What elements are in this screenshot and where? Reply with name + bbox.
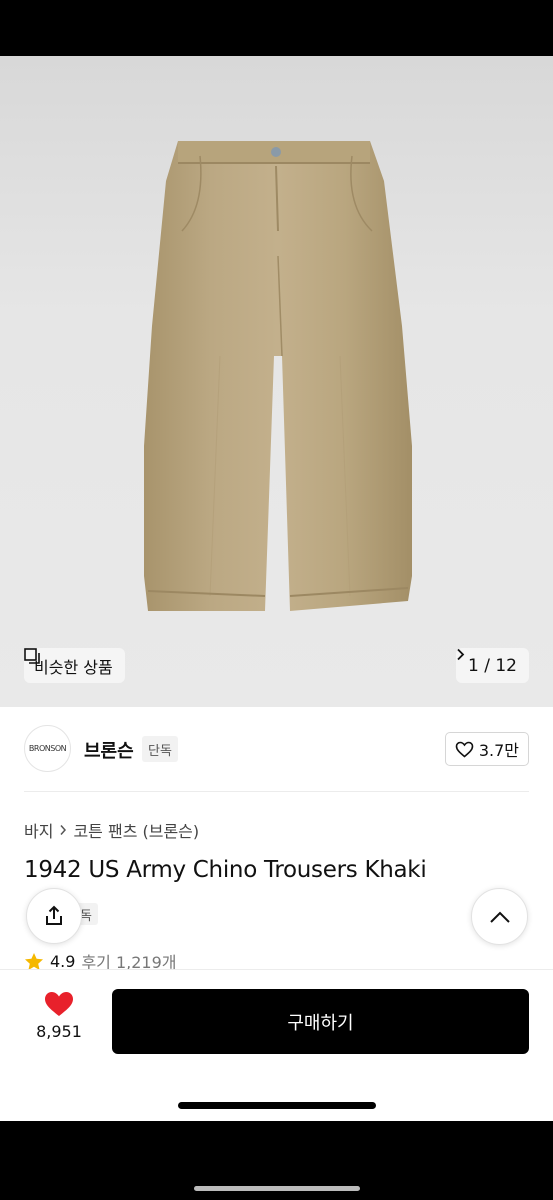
product-title: 1942 US Army Chino Trousers Khaki <box>24 857 427 883</box>
gesture-pill[interactable] <box>194 1186 360 1191</box>
product-image <box>144 141 412 611</box>
wishlist-button[interactable]: 8,951 <box>30 990 88 1041</box>
product-image-carousel[interactable]: 비슷한 상품 1 / 12 <box>0 56 553 707</box>
chevron-right-icon <box>457 648 465 661</box>
image-pager[interactable]: 1 / 12 <box>456 648 529 683</box>
share-button[interactable] <box>26 888 82 944</box>
buy-button[interactable]: 구매하기 <box>112 989 529 1054</box>
brand-row: BRONSON 브론슨 단독 3.7만 <box>24 725 529 773</box>
breadcrumb: 바지 코튼 팬츠 (브론슨) <box>24 818 199 842</box>
brand-like-count: 3.7만 <box>478 741 519 760</box>
chevron-right-icon <box>60 825 67 835</box>
breadcrumb-subcategory[interactable]: 코튼 팬츠 (브론슨) <box>73 818 199 842</box>
pager-text: 1 / 12 <box>468 655 517 676</box>
rating-value: 4.9 <box>50 951 76 971</box>
breadcrumb-category[interactable]: 바지 <box>24 818 53 842</box>
share-icon <box>46 905 62 925</box>
brand-exclusive-badge: 단독 <box>142 736 178 762</box>
product-info: BRONSON 브론슨 단독 3.7만 바지 코튼 팬츠 (브론슨) 1942 … <box>0 707 553 972</box>
scroll-top-button[interactable] <box>471 888 528 945</box>
brand-name[interactable]: 브론슨 <box>84 737 134 763</box>
bottom-action-bar: 8,951 구매하기 <box>0 969 553 1121</box>
brand-logo[interactable]: BRONSON <box>24 725 71 772</box>
star-icon <box>25 952 43 970</box>
brand-like-button[interactable]: 3.7만 <box>444 732 529 766</box>
chevron-up-icon <box>489 911 510 923</box>
similar-icon <box>24 648 40 664</box>
similar-products-label: 비슷한 상품 <box>34 657 113 677</box>
heart-filled-icon <box>45 992 73 1016</box>
wishlist-count: 8,951 <box>36 1022 82 1041</box>
heart-outline-icon <box>455 741 474 758</box>
divider <box>24 791 529 792</box>
home-indicator <box>178 1102 376 1109</box>
system-nav-bar <box>0 1121 553 1200</box>
similar-products-button[interactable]: 비슷한 상품 <box>24 648 125 683</box>
status-bar <box>0 0 553 56</box>
brand-logo-text: BRONSON <box>28 744 67 753</box>
